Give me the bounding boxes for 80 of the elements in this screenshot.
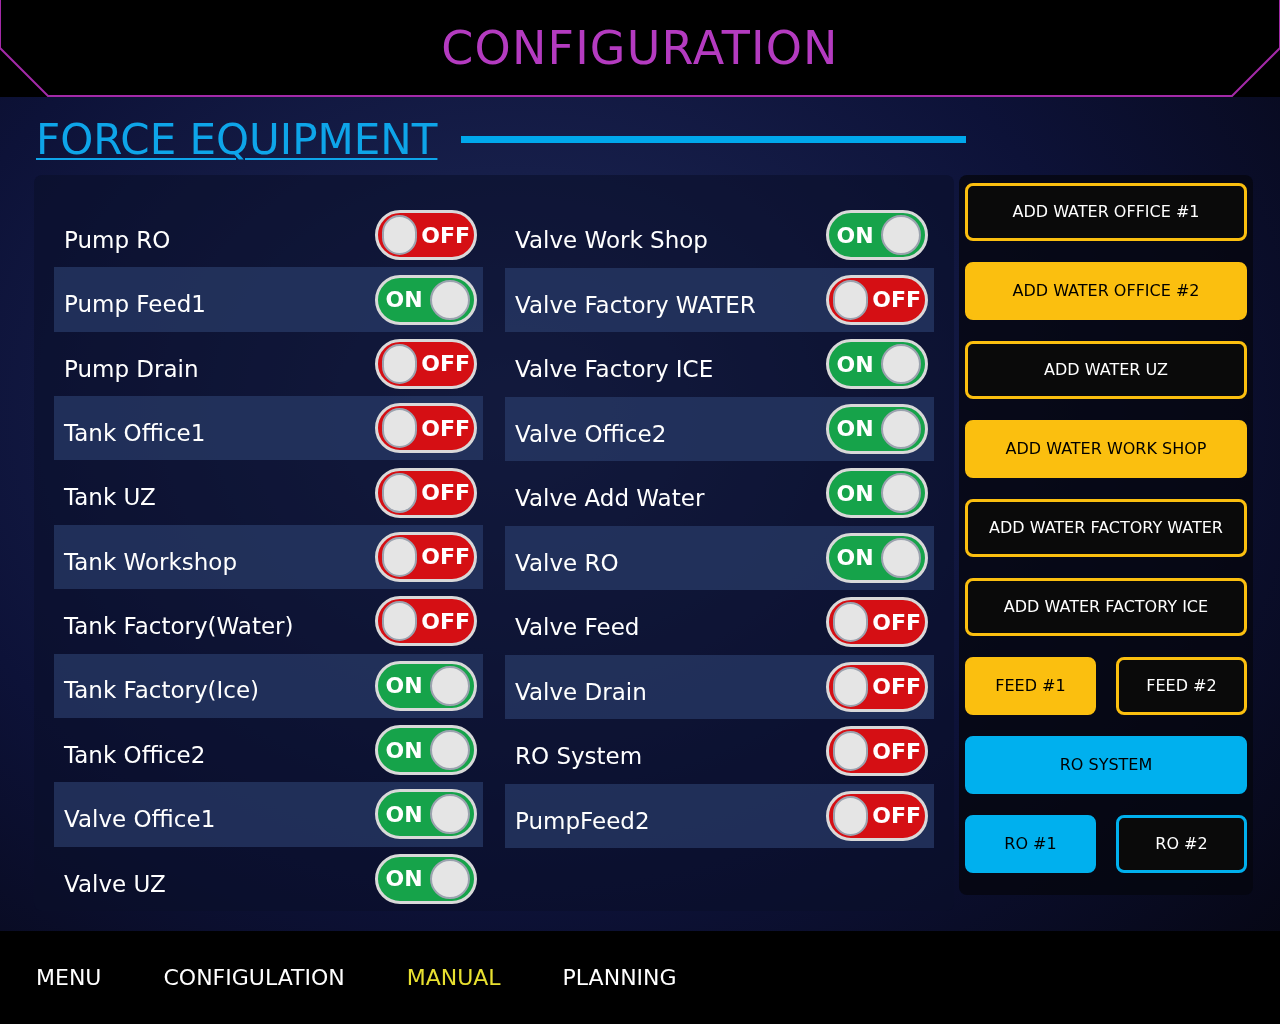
toggle-switch[interactable]: ON bbox=[826, 210, 928, 261]
action-button[interactable]: RO #2 bbox=[1116, 815, 1247, 873]
action-button[interactable]: RO #1 bbox=[965, 815, 1096, 873]
toggle-switch[interactable]: ON bbox=[826, 403, 928, 454]
switch-knob bbox=[430, 730, 470, 771]
toggle-switch[interactable]: OFF bbox=[375, 531, 477, 582]
switch-knob bbox=[382, 215, 418, 256]
toggle-switch[interactable]: OFF bbox=[375, 467, 477, 518]
equipment-label: Valve Office2 bbox=[515, 419, 667, 449]
action-button[interactable]: ADD WATER UZ bbox=[965, 341, 1247, 399]
switch-knob bbox=[833, 795, 869, 836]
equipment-label: Pump Drain bbox=[64, 354, 199, 384]
equipment-label: Valve UZ bbox=[64, 869, 166, 899]
equipment-label: Valve Factory ICE bbox=[515, 355, 714, 384]
action-button[interactable]: ADD WATER FACTORY ICE bbox=[965, 578, 1247, 636]
switch-knob bbox=[833, 279, 869, 320]
switch-knob bbox=[382, 601, 418, 642]
switch-knob bbox=[833, 666, 869, 707]
action-button[interactable]: ADD WATER OFFICE #2 bbox=[965, 262, 1247, 320]
switch-knob bbox=[382, 472, 418, 513]
toggle-switch[interactable]: OFF bbox=[375, 403, 477, 454]
equipment-label: Valve Office1 bbox=[64, 805, 216, 835]
toggle-switch[interactable]: ON bbox=[375, 660, 477, 711]
toggle-switch[interactable]: ON bbox=[375, 789, 477, 840]
action-button[interactable]: ADD WATER FACTORY WATER bbox=[965, 499, 1247, 557]
equipment-label: PumpFeed2 bbox=[515, 806, 650, 836]
nav-tab[interactable]: PLANNING bbox=[562, 961, 677, 994]
toggle-switch[interactable]: ON bbox=[375, 853, 477, 904]
switch-knob bbox=[833, 602, 869, 643]
switch-knob bbox=[382, 536, 418, 577]
action-button[interactable]: RO SYSTEM bbox=[965, 736, 1247, 794]
switch-knob bbox=[382, 343, 418, 384]
nav-tab[interactable]: CONFIGULATION bbox=[163, 961, 345, 994]
page-title: CONFIGURATION bbox=[441, 20, 839, 77]
action-button[interactable]: ADD WATER WORK SHOP bbox=[965, 420, 1247, 478]
toggle-switch[interactable]: ON bbox=[375, 274, 477, 325]
toggle-switch[interactable]: OFF bbox=[826, 597, 928, 648]
toggle-switch[interactable]: ON bbox=[826, 339, 928, 390]
toggle-switch[interactable]: ON bbox=[826, 468, 928, 519]
toggle-switch[interactable]: OFF bbox=[826, 661, 928, 712]
equipment-label: Pump RO bbox=[64, 225, 171, 255]
action-button[interactable]: FEED #2 bbox=[1116, 657, 1247, 715]
switch-knob bbox=[881, 215, 921, 256]
switch-knob bbox=[881, 408, 921, 449]
switch-knob bbox=[430, 858, 470, 899]
switch-knob bbox=[881, 537, 921, 578]
toggle-switch[interactable]: OFF bbox=[826, 790, 928, 841]
equipment-label: Valve Feed bbox=[515, 613, 640, 642]
toggle-switch[interactable]: OFF bbox=[375, 338, 477, 389]
toggle-switch[interactable]: OFF bbox=[375, 596, 477, 647]
equipment-label: Tank UZ bbox=[64, 483, 156, 513]
equipment-label: Valve RO bbox=[515, 548, 619, 578]
equipment-label: Valve Drain bbox=[515, 677, 647, 707]
switch-knob bbox=[833, 731, 869, 772]
nav-tab[interactable]: MANUAL bbox=[406, 961, 501, 994]
toggle-switch[interactable]: OFF bbox=[826, 726, 928, 777]
toggle-switch[interactable]: ON bbox=[375, 725, 477, 776]
switch-knob bbox=[430, 794, 470, 835]
switch-knob bbox=[382, 408, 418, 449]
switch-knob bbox=[881, 473, 921, 514]
equipment-label: Tank Workshop bbox=[64, 547, 238, 577]
equipment-label: Tank Factory(Ice) bbox=[64, 676, 260, 706]
equipment-label: Valve Work Shop bbox=[515, 226, 708, 255]
equipment-label: Valve Factory WATER bbox=[515, 290, 756, 320]
toggle-switch[interactable]: OFF bbox=[826, 274, 928, 325]
switch-knob bbox=[881, 344, 921, 385]
equipment-label: Tank Office2 bbox=[64, 740, 206, 770]
nav-tab[interactable]: MENU bbox=[36, 961, 102, 994]
section-title: FORCE EQUIPMENT bbox=[36, 113, 438, 166]
toggle-switch[interactable]: ON bbox=[826, 532, 928, 583]
toggle-switch[interactable]: OFF bbox=[375, 210, 477, 261]
action-button[interactable]: ADD WATER OFFICE #1 bbox=[965, 183, 1247, 241]
switch-knob bbox=[430, 665, 470, 706]
action-button[interactable]: FEED #1 bbox=[965, 657, 1096, 715]
equipment-label: Tank Office1 bbox=[64, 419, 206, 448]
equipment-label: RO System bbox=[515, 742, 643, 771]
equipment-label: Valve Add Water bbox=[515, 484, 705, 513]
switch-knob bbox=[430, 279, 470, 320]
equipment-label: Pump Feed1 bbox=[64, 290, 206, 320]
equipment-label: Tank Factory(Water) bbox=[64, 612, 294, 642]
